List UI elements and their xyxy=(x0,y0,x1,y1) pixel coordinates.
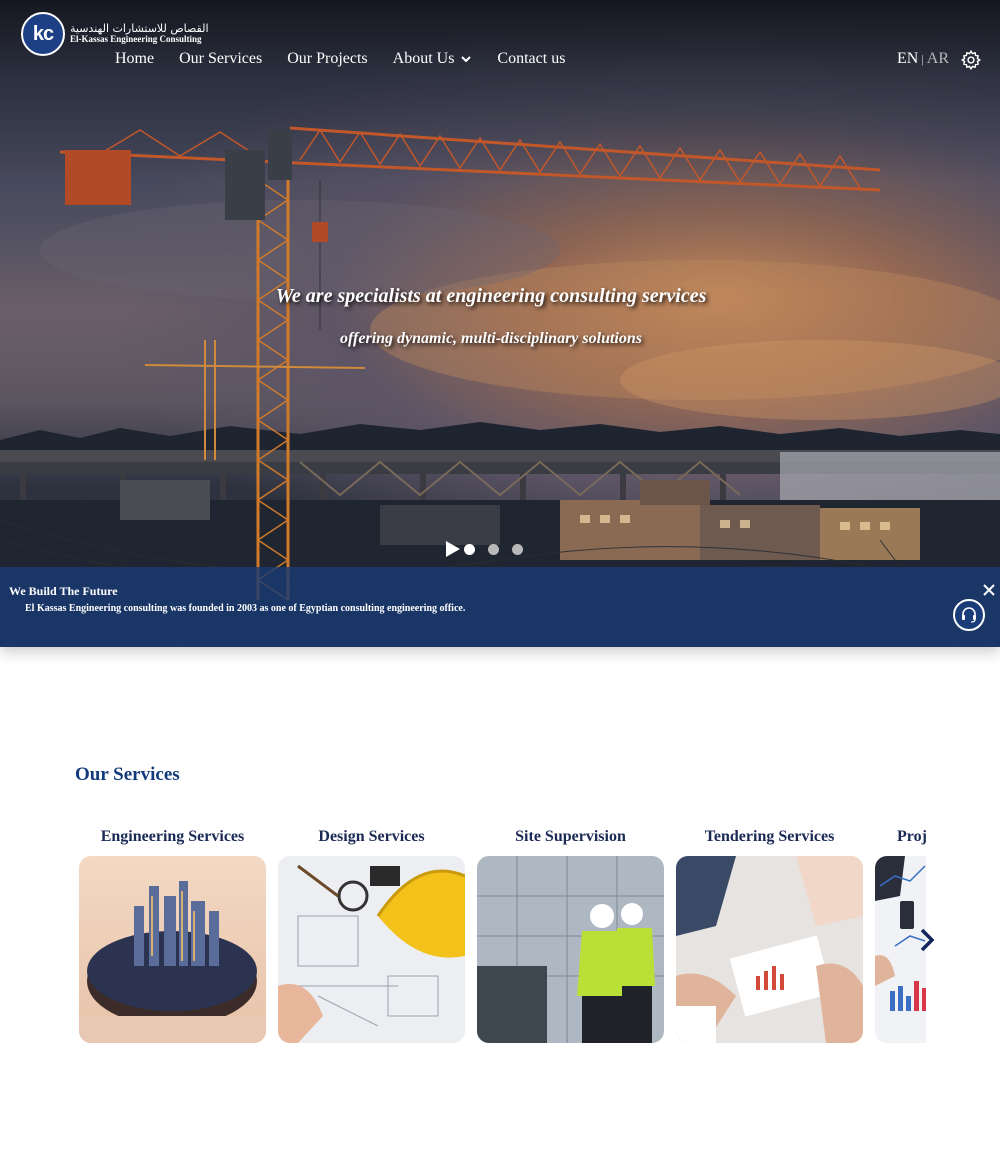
headset-icon xyxy=(962,607,976,623)
hero-subline: offering dynamic, multi-disciplinary sol… xyxy=(340,330,642,347)
service-card-label: Design Services xyxy=(318,828,425,845)
nav-contact-us-label: Contact us xyxy=(497,50,566,67)
gear-icon[interactable] xyxy=(960,49,982,71)
service-card-engineering[interactable]: Engineering Services xyxy=(79,826,266,1043)
hero-slider: kc القصاص للاستشارات الهندسية El-Kassas … xyxy=(0,0,1000,647)
nav-contact-us[interactable]: Contact us xyxy=(497,50,565,68)
lang-separator: | xyxy=(921,52,924,66)
lang-ar[interactable]: AR xyxy=(927,50,949,67)
service-card-image xyxy=(278,856,465,1043)
info-banner: We Build The Future El Kassas Engineerin… xyxy=(0,567,1000,647)
play-icon[interactable] xyxy=(446,541,460,557)
banner-title: We Build The Future xyxy=(9,584,118,598)
nav-our-services-label: Our Services xyxy=(179,50,263,67)
services-section-title: Our Services xyxy=(75,764,180,785)
logo-mark: kc xyxy=(21,12,65,56)
hero-headline: We are specialists at engineering consul… xyxy=(275,285,707,307)
nav-about-us[interactable]: About Us xyxy=(393,50,473,68)
chevron-down-icon xyxy=(461,56,472,63)
slider-dot-3[interactable] xyxy=(512,543,523,555)
nav-our-services[interactable]: Our Services xyxy=(179,50,262,68)
service-card-image xyxy=(477,856,664,1043)
nav-home-label: Home xyxy=(115,50,155,67)
services-carousel: Engineering Services Design Services Sit… xyxy=(79,826,926,1046)
language-switcher: EN | AR xyxy=(897,50,949,68)
service-card-image xyxy=(676,856,863,1043)
service-card-label: Proj xyxy=(897,828,926,845)
nav-about-us-label: About Us xyxy=(392,50,455,67)
main-nav: Home Our Services Our Projects About Us … xyxy=(115,50,590,68)
logo-arabic-name: القصاص للاستشارات الهندسية xyxy=(70,22,209,35)
nav-home[interactable]: Home xyxy=(115,50,154,68)
close-icon[interactable] xyxy=(981,582,997,598)
service-card-label: Tendering Services xyxy=(704,828,835,845)
slider-dot-1[interactable] xyxy=(464,543,475,555)
service-card-label: Engineering Services xyxy=(100,828,245,845)
chevron-right-icon[interactable] xyxy=(917,926,937,954)
service-card-image xyxy=(79,856,266,1043)
slider-controls xyxy=(446,541,523,557)
service-card-design[interactable]: Design Services xyxy=(278,826,465,1043)
logo-english-name: El-Kassas Engineering Consulting xyxy=(70,34,202,44)
service-card-site-supervision[interactable]: Site Supervision xyxy=(477,826,664,1043)
support-chat-button[interactable] xyxy=(953,599,985,631)
nav-our-projects-label: Our Projects xyxy=(287,50,368,67)
service-card-tendering[interactable]: Tendering Services xyxy=(676,826,863,1043)
slider-dot-2[interactable] xyxy=(488,543,499,555)
nav-our-projects[interactable]: Our Projects xyxy=(287,50,367,68)
service-card-label: Site Supervision xyxy=(515,828,626,845)
banner-text: El Kassas Engineering consulting was fou… xyxy=(25,603,466,614)
lang-en[interactable]: EN xyxy=(897,50,918,67)
